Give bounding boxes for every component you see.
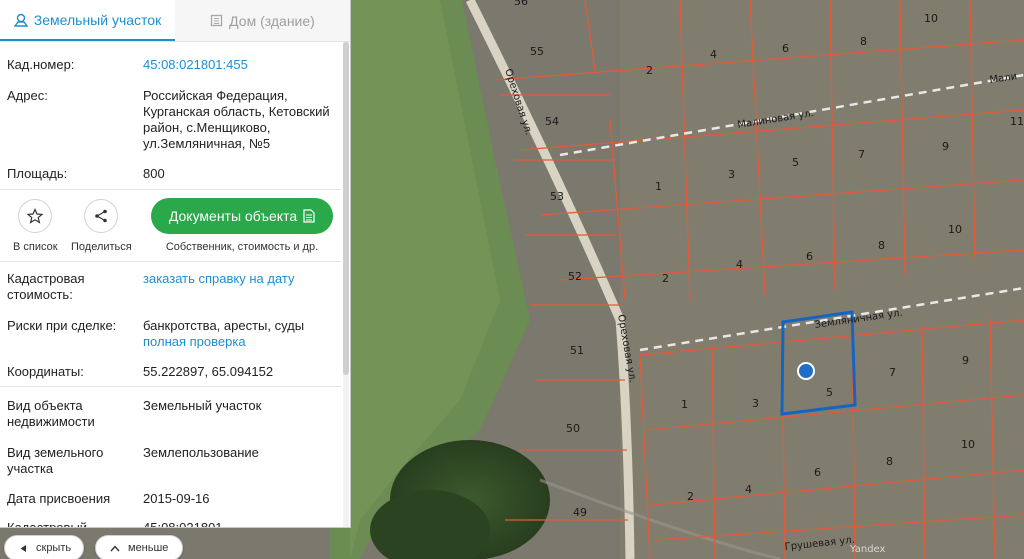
plot-number: 54 bbox=[545, 115, 559, 128]
address-line: Российская Федерация, bbox=[143, 88, 288, 103]
tab-land-plot-label: Земельный участок bbox=[33, 11, 162, 28]
land-type-label: Вид земельного участка bbox=[7, 445, 135, 477]
coordinates-value: 55.222897, 65.094152 bbox=[143, 364, 274, 379]
plot-number: 2 bbox=[687, 490, 694, 503]
action-bar: В список Поделиться Документы объекта Со… bbox=[0, 189, 341, 261]
cadastral-value-label-line: стоимость: bbox=[7, 287, 73, 302]
document-icon bbox=[303, 209, 315, 223]
plot-number: 5 bbox=[792, 156, 799, 169]
share-icon bbox=[95, 209, 107, 223]
parcel-marker[interactable] bbox=[797, 362, 815, 380]
plot-number: 56 bbox=[514, 0, 528, 8]
cadastral-value-label: Кадастровая стоимость: bbox=[7, 271, 135, 303]
order-certificate-link[interactable]: заказать справку на дату bbox=[143, 271, 337, 287]
arrow-left-icon bbox=[20, 544, 26, 552]
cut-off-value: 45:08:021801 bbox=[143, 520, 223, 528]
map-watermark: Yandex bbox=[849, 544, 886, 555]
share-label: Поделиться bbox=[71, 241, 132, 253]
cad-number-label: Кад.номер: bbox=[7, 57, 75, 72]
risks-value: банкротства, аресты, суды полная проверк… bbox=[143, 318, 337, 350]
plot-number: 6 bbox=[806, 250, 813, 263]
coordinates-label: Координаты: bbox=[7, 364, 84, 379]
plot-number: 51 bbox=[570, 344, 584, 357]
area-value: 800 bbox=[143, 166, 165, 181]
address-line: район, с.Менщиково, bbox=[143, 120, 271, 135]
risks-text: банкротства, аресты, суды bbox=[143, 318, 305, 333]
plot-number: 2 bbox=[646, 64, 653, 77]
divider bbox=[0, 261, 341, 262]
add-to-list-button[interactable] bbox=[18, 199, 52, 233]
area-label: Площадь: bbox=[7, 166, 68, 181]
plot-number: 7 bbox=[858, 148, 865, 161]
land-type-label-line: участка bbox=[7, 461, 54, 476]
address-line: Курганская область, Кетовский bbox=[143, 104, 330, 119]
plot-number: 5 bbox=[826, 386, 833, 399]
plot-number: 4 bbox=[736, 258, 743, 271]
tab-building-label: Дом (здание) bbox=[229, 12, 315, 29]
tab-land-plot[interactable]: Земельный участок bbox=[0, 0, 175, 41]
plot-number: 8 bbox=[860, 35, 867, 48]
object-type-label-line: недвижимости bbox=[7, 414, 95, 429]
plot-number: 53 bbox=[550, 190, 564, 203]
risks-label: Риски при сделке: bbox=[7, 318, 117, 333]
less-info-button[interactable]: меньше bbox=[95, 535, 183, 559]
land-type-label-line: Вид земельного bbox=[7, 445, 104, 460]
address-value: Российская Федерация, Курганская область… bbox=[143, 88, 337, 152]
land-type-value: Землепользование bbox=[143, 445, 259, 460]
plot-number: 3 bbox=[728, 168, 735, 181]
parcel-info-panel: Земельный участок Дом (здание) Кад.номер… bbox=[0, 0, 351, 528]
cut-off-label: Кадастровый bbox=[7, 520, 88, 528]
assign-date-label: Дата присвоения bbox=[7, 491, 111, 506]
plot-number: 4 bbox=[745, 483, 752, 496]
object-type-label-line: Вид объекта bbox=[7, 398, 83, 413]
plot-number: 6 bbox=[782, 42, 789, 55]
object-documents-label: Документы объекта bbox=[168, 208, 298, 224]
object-tabs: Земельный участок Дом (здание) bbox=[0, 0, 350, 42]
assign-date-value: 2015-09-16 bbox=[143, 491, 210, 506]
panel-scrollbar-thumb[interactable] bbox=[343, 42, 349, 375]
plot-number: 11 bbox=[1010, 115, 1024, 128]
full-check-link[interactable]: полная проверка bbox=[143, 334, 337, 350]
plot-number: 10 bbox=[924, 12, 938, 25]
hide-panel-label: скрыть bbox=[36, 542, 72, 554]
plot-number: 50 bbox=[566, 422, 580, 435]
plot-number: 1 bbox=[655, 180, 662, 193]
plot-number: 8 bbox=[886, 455, 893, 468]
tab-building[interactable]: Дом (здание) bbox=[175, 0, 350, 41]
address-line: ул.Земляничная, №5 bbox=[143, 136, 271, 151]
less-info-label: меньше bbox=[128, 542, 169, 554]
plot-number: 10 bbox=[948, 223, 962, 236]
plot-number: 9 bbox=[942, 140, 949, 153]
divider bbox=[0, 386, 341, 387]
star-icon bbox=[27, 208, 43, 224]
cadastral-value-label-line: Кадастровая bbox=[7, 271, 85, 286]
object-type-label: Вид объекта недвижимости bbox=[7, 398, 135, 430]
plot-number: 10 bbox=[961, 438, 975, 451]
plot-number: 49 bbox=[573, 506, 587, 519]
add-to-list-label: В список bbox=[13, 241, 58, 253]
plot-number: 3 bbox=[752, 397, 759, 410]
building-icon bbox=[211, 14, 223, 27]
documents-subtitle: Собственник, стоимость и др. bbox=[165, 241, 319, 253]
cad-number-value[interactable]: 45:08:021801:455 bbox=[143, 57, 337, 73]
plot-number: 7 bbox=[889, 366, 896, 379]
plot-number: 4 bbox=[710, 48, 717, 61]
plot-number: 9 bbox=[962, 354, 969, 367]
land-plot-icon bbox=[13, 13, 28, 27]
plot-number: 2 bbox=[662, 272, 669, 285]
object-documents-button[interactable]: Документы объекта bbox=[151, 198, 333, 234]
plot-number: 55 bbox=[530, 45, 544, 58]
plot-number: 6 bbox=[814, 466, 821, 479]
plot-number: 8 bbox=[878, 239, 885, 252]
plot-number: 1 bbox=[681, 398, 688, 411]
plot-number: 52 bbox=[568, 270, 582, 283]
address-label: Адрес: bbox=[7, 88, 48, 103]
hide-panel-button[interactable]: скрыть bbox=[4, 535, 84, 559]
chevron-up-icon bbox=[110, 544, 120, 551]
share-button[interactable] bbox=[84, 199, 118, 233]
object-type-value: Земельный участок bbox=[143, 398, 262, 413]
